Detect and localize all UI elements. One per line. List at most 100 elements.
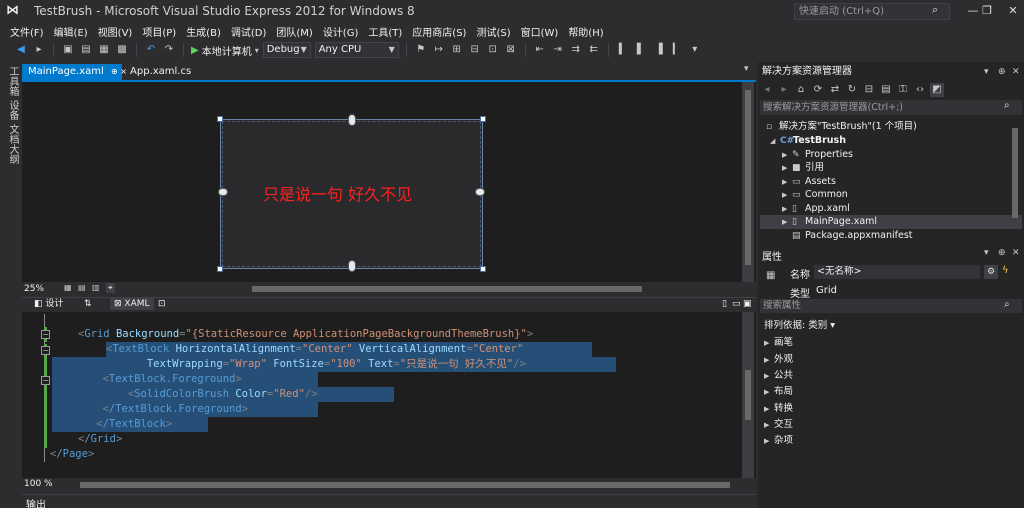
solution-explorer-scroll-thumb[interactable]: [1012, 128, 1018, 218]
menu-edit[interactable]: 编辑(E): [50, 24, 94, 39]
category-common[interactable]: ▶ 公共: [764, 367, 793, 381]
horizontal-split-icon[interactable]: ▭: [732, 298, 741, 310]
resize-handle[interactable]: [217, 266, 223, 272]
outdent-icon[interactable]: ⇇: [587, 43, 601, 57]
tree-item-common[interactable]: ▶ ▭ Common: [760, 188, 1022, 202]
artboard-background-icon[interactable]: ▥: [92, 283, 100, 292]
bookmark-prev-icon[interactable]: ▌: [634, 43, 648, 57]
events-lightning-icon[interactable]: ϟ: [1002, 265, 1009, 276]
properties-search-input[interactable]: 搜索属性: [760, 299, 1022, 313]
search-icon[interactable]: ⌕: [932, 3, 938, 17]
expand-arrow-icon[interactable]: ▶: [782, 162, 792, 175]
close-icon[interactable]: ✕: [1012, 64, 1020, 80]
breakpoint-icon[interactable]: ⊡: [486, 43, 500, 57]
bookmark-toggle-icon[interactable]: ▍: [616, 43, 630, 57]
collapse-pane-icon[interactable]: ▣: [743, 298, 752, 310]
expand-arrow-icon[interactable]: ▶: [782, 189, 792, 202]
code-horizontal-scroll-thumb[interactable]: [80, 482, 730, 488]
menu-debug[interactable]: 调试(D): [227, 24, 273, 39]
attach-icon[interactable]: ⚑: [414, 43, 428, 57]
restore-button[interactable]: ❐: [974, 2, 1000, 20]
search-icon[interactable]: ⌕: [1004, 100, 1010, 111]
new-project-icon[interactable]: ▣: [61, 43, 75, 57]
snap-lines-icon[interactable]: ⌖: [106, 283, 115, 293]
tree-item-mainpage-xaml[interactable]: ▶ ▯ MainPage.xaml: [760, 215, 1022, 229]
collapse-all-icon[interactable]: ⊟: [862, 83, 876, 97]
pending-changes-icon[interactable]: ⟳: [811, 83, 825, 97]
output-panel-title[interactable]: 输出: [26, 496, 46, 508]
menu-design[interactable]: 设计(G): [319, 24, 365, 39]
menu-project[interactable]: 项目(P): [138, 24, 182, 39]
designer-horizontal-scroll-thumb[interactable]: [252, 286, 642, 292]
navigate-back-icon[interactable]: ◀: [14, 43, 28, 57]
snap-grid-icon[interactable]: ▤: [78, 283, 86, 292]
tree-item-solution[interactable]: ▫ 解决方案"TestBrush"(1 个项目): [760, 120, 1022, 134]
designer-zoom-select[interactable]: 25%: [24, 283, 54, 295]
quick-launch-input[interactable]: 快速启动 (Ctrl+Q): [794, 3, 950, 20]
undo-icon[interactable]: ↶: [144, 43, 158, 57]
open-file-icon[interactable]: ▤: [79, 43, 93, 57]
menu-team[interactable]: 团队(M): [272, 24, 318, 39]
menu-view[interactable]: 视图(V): [94, 24, 139, 39]
grid-rail-handle[interactable]: [348, 114, 356, 126]
toolbox-tab[interactable]: 工具箱: [5, 66, 20, 96]
collapse-toggle[interactable]: −: [41, 376, 50, 385]
uncomment-icon[interactable]: ⇥: [551, 43, 565, 57]
close-icon[interactable]: ✕: [1012, 248, 1020, 258]
start-debugging-button[interactable]: ▶ 本地计算机 ▾: [191, 43, 259, 58]
device-tab[interactable]: 设备: [5, 100, 20, 120]
category-appearance[interactable]: ▶ 外观: [764, 351, 793, 365]
expand-arrow-icon[interactable]: ▶: [782, 216, 792, 229]
chevron-down-icon[interactable]: ▾: [255, 46, 259, 55]
tab-mainpage-xaml[interactable]: MainPage.xaml ⊕ ×: [22, 64, 127, 80]
menu-test[interactable]: 测试(S): [472, 24, 516, 39]
tree-item-project[interactable]: ◢ C#TestBrush: [760, 134, 1022, 148]
device-icon[interactable]: ⊟: [468, 43, 482, 57]
layout-icon[interactable]: ⊞: [450, 43, 464, 57]
design-textblock[interactable]: 只是说一句 好久不见: [263, 181, 412, 205]
configuration-select[interactable]: Debug ▼: [262, 42, 311, 58]
wrench-icon[interactable]: ⚙: [984, 265, 998, 279]
chevron-down-icon[interactable]: ▾: [984, 64, 989, 80]
xaml-code-editor[interactable]: <Grid Background="{StaticResource Applic…: [22, 312, 756, 478]
tree-item-package-manifest[interactable]: ▤ Package.appxmanifest: [760, 229, 1022, 243]
forward-icon[interactable]: ▸: [777, 83, 791, 97]
chevron-down-icon[interactable]: ▾: [984, 248, 989, 258]
view-code-icon[interactable]: ‹›: [913, 83, 927, 97]
comment-icon[interactable]: ⇤: [533, 43, 547, 57]
category-miscellaneous[interactable]: ▶ 杂项: [764, 432, 793, 446]
code-zoom-select[interactable]: 100 %: [24, 479, 53, 489]
search-icon[interactable]: ⌕: [1004, 299, 1010, 310]
designer-scroll-thumb[interactable]: [745, 90, 751, 265]
view-designer-icon[interactable]: ◩: [930, 83, 944, 97]
arrange-by-select[interactable]: 排列依据: 类别 ▾: [764, 317, 835, 331]
category-interactions[interactable]: ▶ 交互: [764, 416, 793, 430]
popout-xaml-icon[interactable]: ⊡: [158, 298, 166, 310]
sync-icon[interactable]: ⇄: [828, 83, 842, 97]
grid-toggle-icon[interactable]: ▦: [64, 283, 72, 292]
navigate-forward-icon[interactable]: ▸: [32, 43, 46, 57]
resize-handle[interactable]: [480, 266, 486, 272]
tree-item-assets[interactable]: ▶ ▭ Assets: [760, 175, 1022, 189]
back-icon[interactable]: ◂: [760, 83, 774, 97]
menu-tools[interactable]: 工具(T): [364, 24, 408, 39]
collapse-toggle[interactable]: −: [41, 346, 50, 355]
category-brush[interactable]: ▶ 画笔: [764, 334, 793, 348]
home-icon[interactable]: ⌂: [794, 83, 808, 97]
refresh-icon[interactable]: ↻: [845, 83, 859, 97]
expanded-arrow-icon[interactable]: ◢: [770, 135, 780, 148]
resize-handle[interactable]: [480, 116, 486, 122]
tab-app-xaml-cs[interactable]: App.xaml.cs: [124, 64, 197, 80]
menu-store[interactable]: 应用商店(S): [408, 24, 472, 39]
pin-icon[interactable]: ⊕: [998, 248, 1006, 258]
save-all-icon[interactable]: ▩: [115, 43, 129, 57]
menu-build[interactable]: 生成(B): [182, 24, 227, 39]
menu-window[interactable]: 窗口(W): [517, 24, 565, 39]
toolbar-options-icon[interactable]: ▾: [688, 43, 702, 57]
step-icon[interactable]: ↦: [432, 43, 446, 57]
menu-file[interactable]: 文件(F): [6, 24, 50, 39]
xaml-view-tab[interactable]: ⊠ XAML: [110, 298, 154, 310]
category-layout[interactable]: ▶ 布局: [764, 383, 793, 397]
swap-panes-button[interactable]: ⇅: [84, 298, 92, 310]
collapse-toggle[interactable]: −: [41, 330, 50, 339]
